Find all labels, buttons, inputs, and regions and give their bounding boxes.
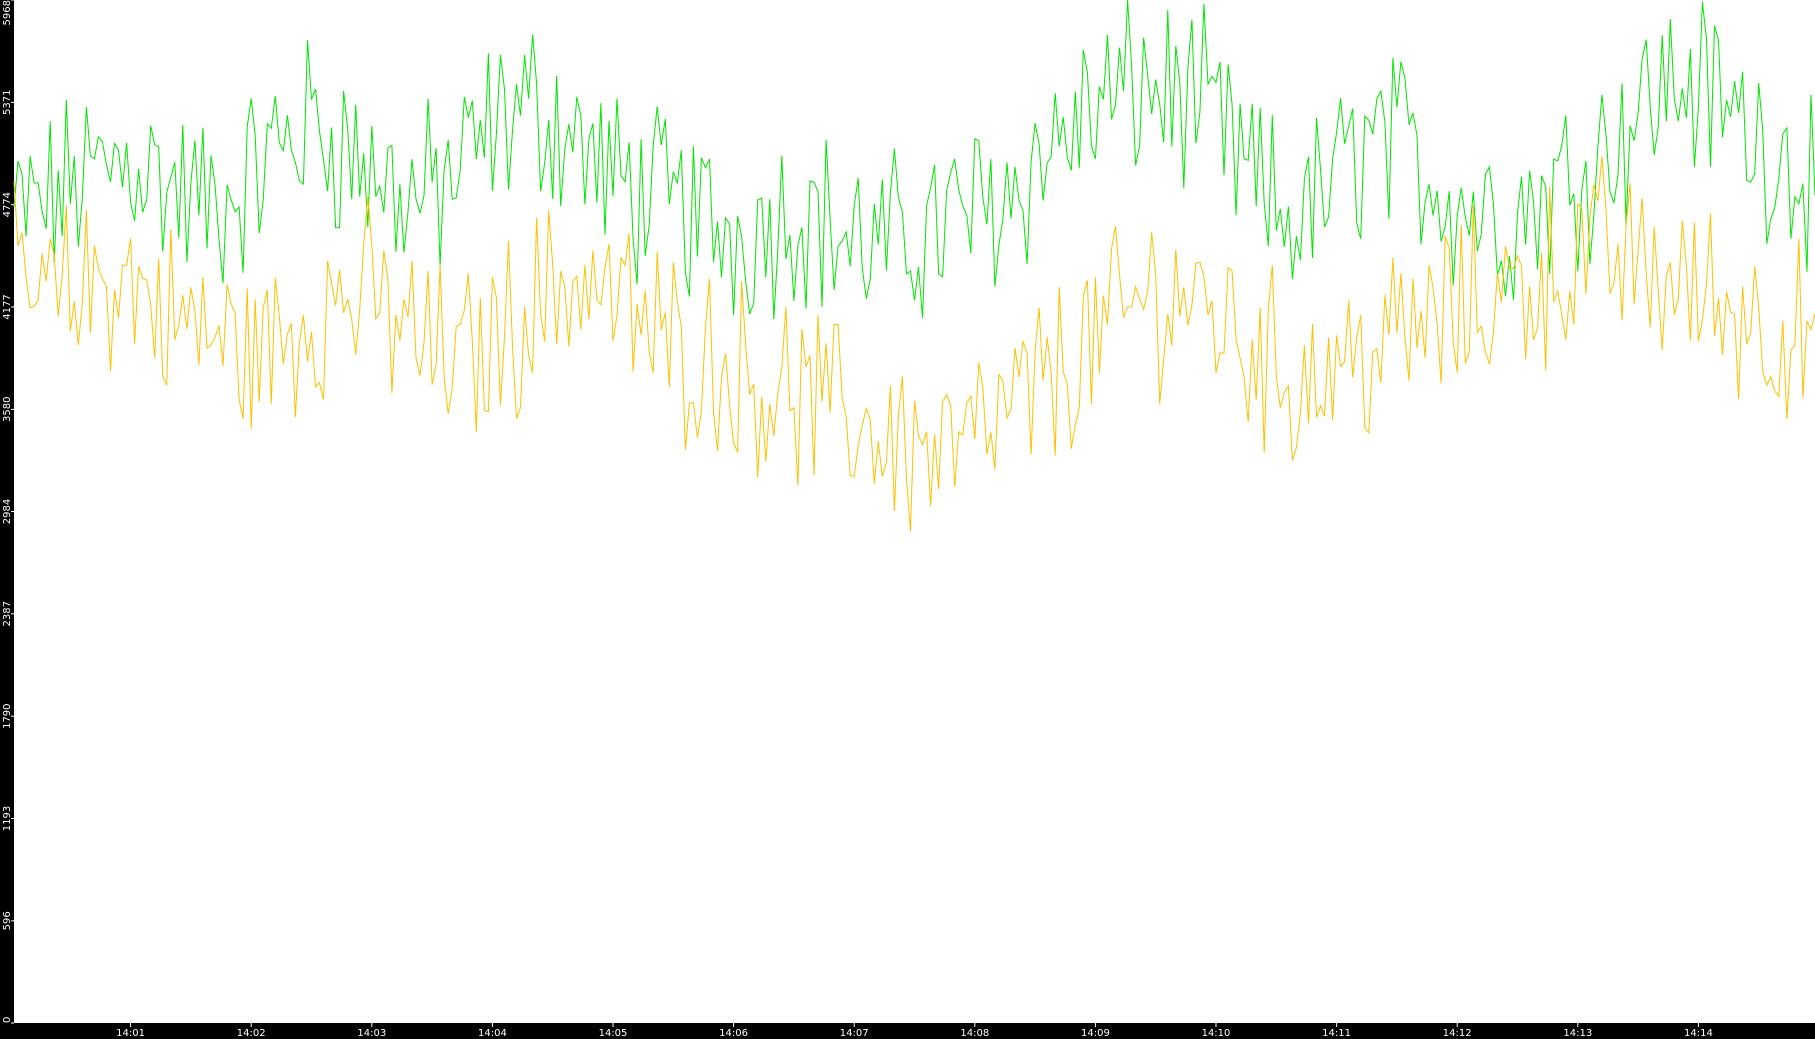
x-tick-label: 14:10 <box>1202 1028 1231 1039</box>
x-tick-label: 14:01 <box>116 1028 145 1039</box>
x-tick-label: 14:06 <box>719 1028 748 1039</box>
x-tick-label: 14:12 <box>1443 1028 1472 1039</box>
x-tick-label: 14:08 <box>960 1028 989 1039</box>
x-axis: 14:01 14:02 14:03 14:04 14:05 14:06 14:07 14:08… <box>116 1023 1713 1039</box>
y-axis: 0 596 1193 1790 2387 2984 3580 4177 4774 5371 5968 <box>2 0 14 1024</box>
y-tick-label: 3580 <box>2 397 13 422</box>
y-tick-label: 4774 <box>2 192 13 217</box>
x-tick-label: 14:05 <box>599 1028 628 1039</box>
y-tick-label: 1790 <box>2 703 13 728</box>
x-tick-label: 14:09 <box>1081 1028 1110 1039</box>
x-tick-label: 14:11 <box>1322 1028 1351 1039</box>
y-tick-label: 4177 <box>2 294 13 319</box>
x-tick-label: 14:04 <box>478 1028 507 1039</box>
y-tick-label: 2387 <box>2 601 13 626</box>
x-tick-label: 14:02 <box>237 1028 266 1039</box>
line-chart: 0 596 1193 1790 2387 2984 3580 4177 4774 5371 5968… <box>2 0 1815 1039</box>
y-tick-label: 5968 <box>2 0 13 25</box>
y-tick-label: 2984 <box>2 499 13 524</box>
plot-background <box>14 0 1815 1023</box>
y-tick-label: 1193 <box>2 806 13 831</box>
x-tick-label: 14:14 <box>1684 1028 1713 1039</box>
y-tick-label: 5371 <box>2 90 13 115</box>
chart-frame: 0 596 1193 1790 2387 2984 3580 4177 4774 5371 5968… <box>0 0 1815 1039</box>
y-tick-label: 0 <box>2 1017 13 1023</box>
x-tick-label: 14:03 <box>357 1028 386 1039</box>
x-tick-label: 14:13 <box>1563 1028 1592 1039</box>
x-tick-label: 14:07 <box>840 1028 869 1039</box>
y-tick-label: 596 <box>2 911 13 930</box>
